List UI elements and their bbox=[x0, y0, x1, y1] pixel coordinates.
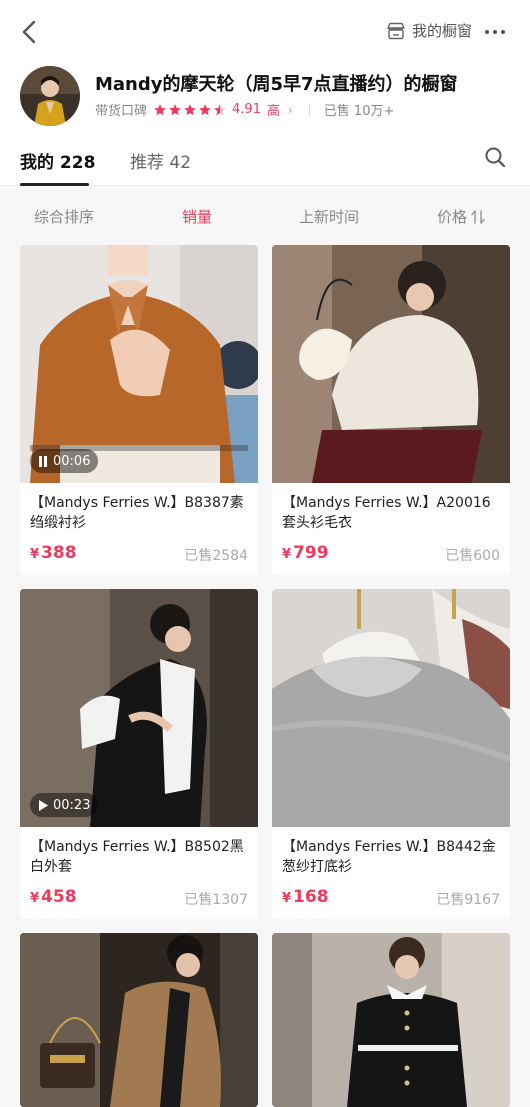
shop-profile: Mandy的摩天轮（周5早7点直播约）的橱窗 带货口碑 4.91 高 › 已售 … bbox=[0, 64, 530, 128]
star-icon bbox=[154, 103, 166, 115]
product-sold: 已售2584 bbox=[184, 548, 248, 564]
video-duration: 00:23 bbox=[53, 797, 91, 813]
product-card[interactable]: 00:23 【Mandys Ferries W.】B8502黑白外套 ¥458 … bbox=[20, 589, 258, 919]
product-price: ¥799 bbox=[282, 543, 329, 563]
divider bbox=[308, 103, 310, 116]
product-card[interactable] bbox=[20, 933, 258, 1107]
play-icon bbox=[39, 799, 48, 811]
product-sold: 已售600 bbox=[445, 548, 500, 564]
rating-value: 4.91 bbox=[232, 102, 261, 117]
rating-level: 高 bbox=[266, 104, 280, 119]
half-star-icon bbox=[214, 103, 226, 115]
product-image: 00:23 bbox=[20, 589, 258, 827]
pause-icon bbox=[39, 455, 47, 467]
tab-recommended[interactable]: 推荐 42 bbox=[130, 148, 191, 173]
star-icon bbox=[199, 103, 211, 115]
sort-price[interactable]: 价格 bbox=[437, 206, 485, 227]
top-bar: 我的橱窗 bbox=[0, 0, 530, 64]
product-image bbox=[272, 245, 510, 483]
sort-sales[interactable]: 销量 bbox=[182, 206, 212, 227]
price-value: 168 bbox=[293, 887, 329, 907]
chevron-left-icon[interactable] bbox=[16, 18, 44, 46]
my-showcase-label: 我的橱窗 bbox=[411, 22, 472, 40]
product-card[interactable]: 00:06 【Mandys Ferries W.】B8387素绉缎衬衫 ¥388… bbox=[20, 245, 258, 575]
tab-mine[interactable]: 我的 228 bbox=[20, 148, 95, 173]
star-icon bbox=[169, 103, 181, 115]
product-image: 00:06 bbox=[20, 245, 258, 483]
product-name: 【Mandys Ferries W.】B8442金葱纱打底衫 bbox=[282, 839, 496, 875]
product-sold: 已售9167 bbox=[436, 892, 500, 908]
video-badge: 00:06 bbox=[30, 449, 99, 473]
price-value: 388 bbox=[41, 543, 77, 563]
currency-symbol: ¥ bbox=[30, 891, 40, 906]
sort-newest[interactable]: 上新时间 bbox=[299, 206, 359, 227]
product-name: 【Mandys Ferries W.】A20016套头衫毛衣 bbox=[282, 495, 491, 531]
sort-price-label: 价格 bbox=[437, 208, 468, 226]
reputation-label: 带货口碑 bbox=[95, 104, 148, 119]
price-value: 799 bbox=[293, 543, 329, 563]
tab-bar: 我的 228 推荐 42 bbox=[0, 128, 530, 186]
product-name: 【Mandys Ferries W.】B8387素绉缎衬衫 bbox=[30, 495, 244, 531]
sort-bar: 综合排序 销量 上新时间 价格 bbox=[0, 186, 530, 244]
product-sold: 已售1307 bbox=[184, 892, 248, 908]
sort-arrows-icon bbox=[471, 209, 485, 224]
product-image bbox=[272, 589, 510, 827]
star-icon bbox=[184, 103, 196, 115]
storefront-icon bbox=[387, 22, 405, 39]
video-badge: 00:23 bbox=[30, 793, 99, 817]
currency-symbol: ¥ bbox=[282, 891, 292, 906]
currency-symbol: ¥ bbox=[282, 547, 292, 562]
avatar[interactable] bbox=[20, 66, 80, 126]
sold-count: 已售 10万+ bbox=[323, 104, 395, 119]
product-card[interactable]: 【Mandys Ferries W.】B8442金葱纱打底衫 ¥168 已售91… bbox=[272, 589, 510, 919]
product-price: ¥388 bbox=[30, 543, 77, 563]
product-price: ¥168 bbox=[282, 887, 329, 907]
shop-title: Mandy的摩天轮（周5早7点直播约）的橱窗 bbox=[95, 74, 458, 95]
my-showcase-link[interactable]: 我的橱窗 bbox=[386, 20, 472, 41]
product-card[interactable] bbox=[272, 933, 510, 1107]
price-value: 458 bbox=[41, 887, 77, 907]
search-icon[interactable] bbox=[484, 146, 506, 168]
product-image bbox=[20, 933, 258, 1107]
currency-symbol: ¥ bbox=[30, 547, 40, 562]
product-image bbox=[272, 933, 510, 1107]
product-name: 【Mandys Ferries W.】B8502黑白外套 bbox=[30, 839, 244, 875]
sort-default[interactable]: 综合排序 bbox=[34, 206, 94, 227]
video-duration: 00:06 bbox=[53, 453, 91, 469]
product-grid: 00:06 【Mandys Ferries W.】B8387素绉缎衬衫 ¥388… bbox=[0, 244, 530, 1107]
chevron-right-icon: › bbox=[287, 102, 293, 117]
rating-stars bbox=[153, 103, 227, 117]
product-price: ¥458 bbox=[30, 887, 77, 907]
reputation-row[interactable]: 带货口碑 4.91 高 › 已售 10万+ bbox=[95, 100, 394, 119]
product-card[interactable]: 【Mandys Ferries W.】A20016套头衫毛衣 ¥799 已售60… bbox=[272, 245, 510, 575]
more-dots-icon[interactable] bbox=[482, 20, 508, 44]
